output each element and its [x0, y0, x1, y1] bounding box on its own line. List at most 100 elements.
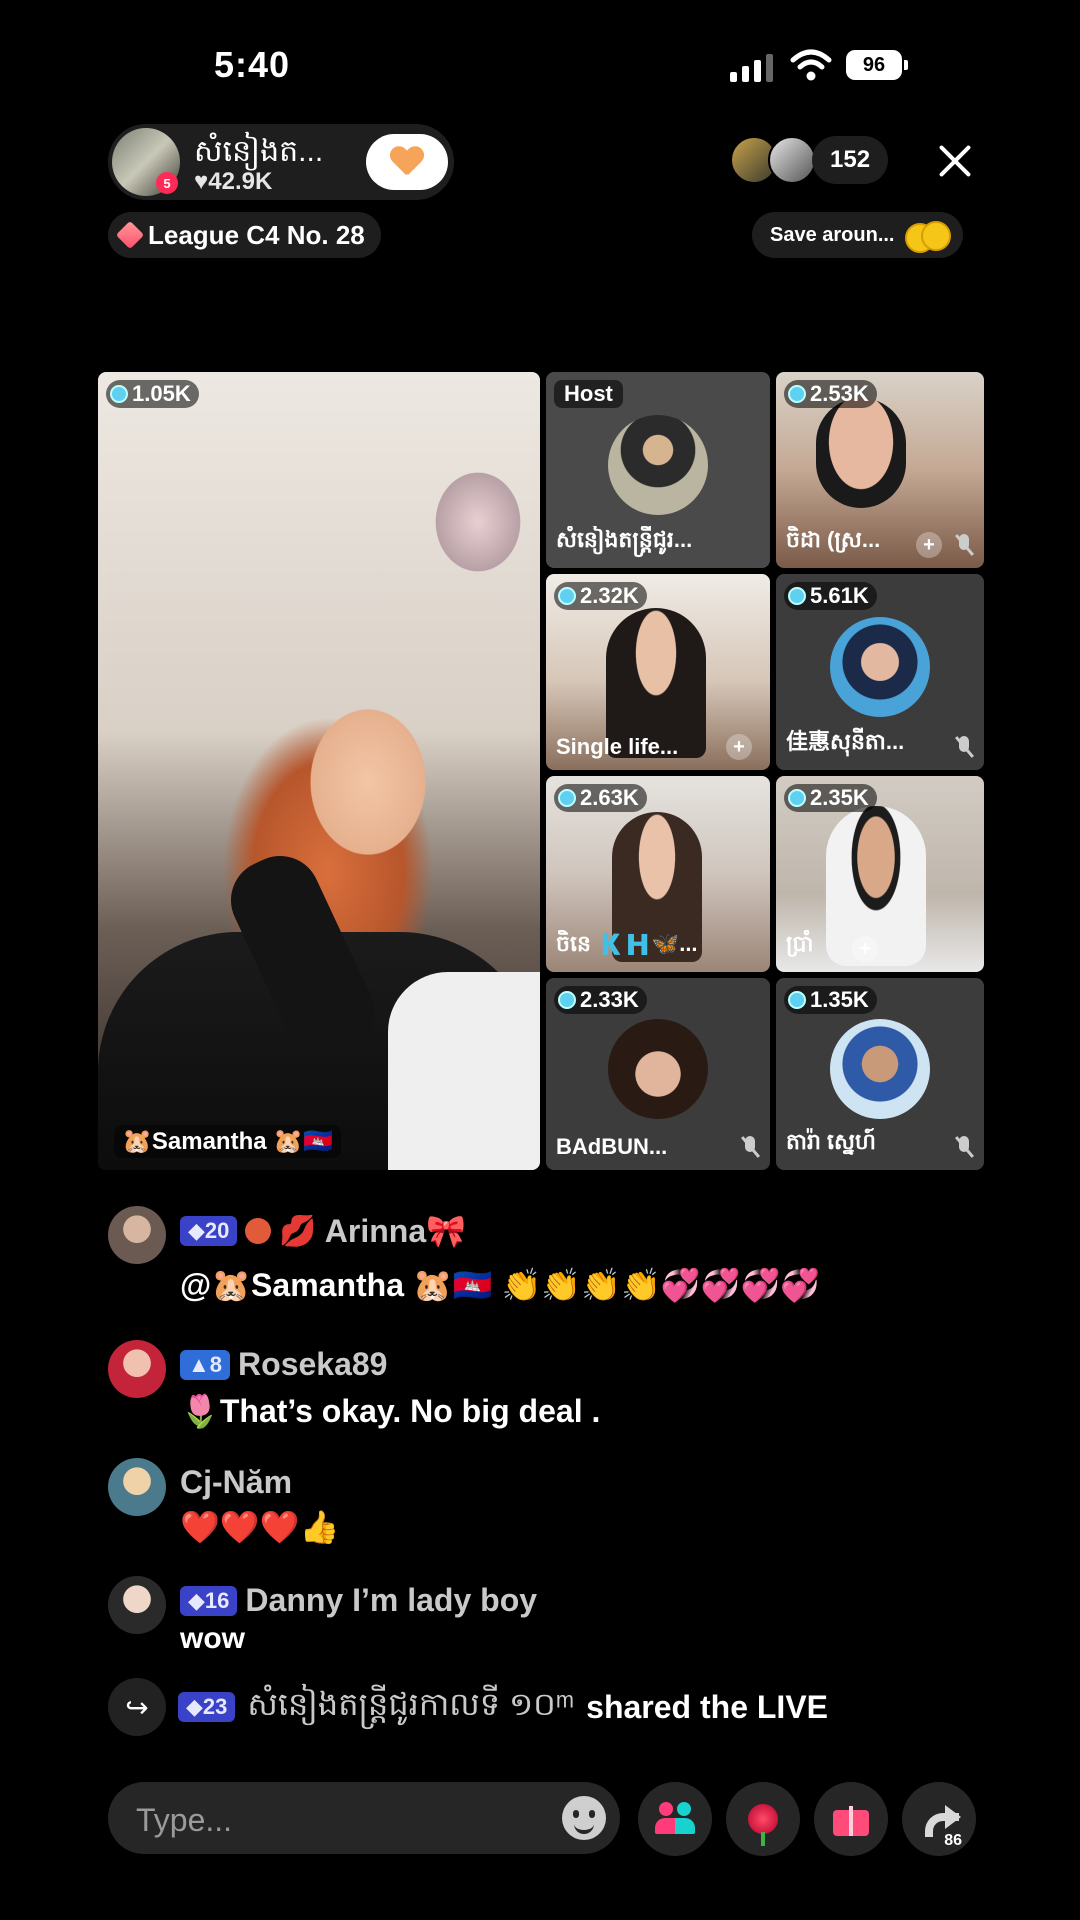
- chat-text: 🌷That’s okay. No big deal .: [180, 1393, 601, 1429]
- gift-count: 2.35K: [810, 785, 869, 810]
- gift-point-icon: [110, 385, 128, 403]
- chat-header: ▲8 Roseka89: [180, 1346, 387, 1383]
- gift-count-badge: 2.35K: [784, 784, 877, 812]
- share-arrow-icon: [919, 1803, 961, 1837]
- guest-video-tile[interactable]: 2.35K ប្រាំ +: [776, 776, 984, 972]
- viewer-count[interactable]: 152: [812, 136, 889, 184]
- guest-video-tile[interactable]: 5.61K 佳惠សុនីតា...: [776, 574, 984, 770]
- guest-video-tile[interactable]: 2.63K ចិនេ 🇰🇭🦋...: [546, 776, 770, 972]
- chat-header: Cj-Năm: [180, 1464, 292, 1501]
- chat-avatar[interactable]: [108, 1340, 166, 1398]
- follow-button[interactable]: [366, 134, 448, 190]
- plus-icon[interactable]: +: [852, 936, 878, 962]
- guest-video-tile[interactable]: 2.53K ចិដា (ស្រ... +: [776, 372, 984, 568]
- level-badge: ◆20: [180, 1216, 238, 1246]
- viewer-list[interactable]: 152: [730, 136, 889, 184]
- host-video-tile[interactable]: Host សំនៀងតន្ត្រីជូរ...: [546, 372, 770, 568]
- gift-count: 5.61K: [810, 583, 869, 608]
- signal-icon: [730, 54, 773, 82]
- league-badge[interactable]: League C4 No. 28: [108, 212, 381, 258]
- chat-avatar[interactable]: [108, 1458, 166, 1516]
- gift-button[interactable]: [814, 1782, 888, 1856]
- gift-count: 1.35K: [810, 987, 869, 1012]
- guest-avatar: [608, 1019, 708, 1119]
- chat-username[interactable]: Cj-Năm: [180, 1464, 292, 1501]
- chat-username[interactable]: Roseka89: [238, 1346, 387, 1383]
- gift-count: 2.32K: [580, 583, 639, 608]
- tile-name: Single life...: [556, 734, 679, 759]
- gift-count-badge: 1.05K: [106, 380, 199, 408]
- status-time: 5:40: [214, 44, 291, 85]
- viewer-avatar[interactable]: [768, 136, 816, 184]
- mic-muted-icon: [740, 1136, 760, 1158]
- emoji-icon[interactable]: [562, 1796, 606, 1840]
- wifi-icon: [790, 49, 832, 81]
- share-button[interactable]: 86: [902, 1782, 976, 1856]
- level-number: 16: [204, 1587, 230, 1613]
- level-badge: ◆23: [178, 1692, 236, 1722]
- tile-name: BAdBUN...: [556, 1134, 668, 1159]
- rose-gift-button[interactable]: [726, 1782, 800, 1856]
- gift-count: 2.63K: [580, 785, 639, 810]
- share-text: shared the LIVE: [586, 1688, 828, 1725]
- people-icon: [655, 1802, 695, 1836]
- host-tile-avatar: [608, 415, 708, 515]
- league-label: League C4 No. 28: [148, 219, 365, 250]
- tile-name: ចិនេ 🇰🇭🦋...: [556, 931, 698, 956]
- gift-point-icon: [558, 587, 576, 605]
- guest-video-tile[interactable]: 2.32K Single life... +: [546, 574, 770, 770]
- close-icon[interactable]: [938, 144, 972, 178]
- plus-icon[interactable]: +: [916, 532, 942, 558]
- main-video-tile[interactable]: 1.05K 🐹Samantha 🐹🇰🇭: [98, 372, 540, 1170]
- mic-muted-icon: [954, 1136, 974, 1158]
- chat-text: ❤️❤️❤️👍: [180, 1509, 340, 1545]
- tile-name: ចិដា (ស្រ...: [786, 527, 881, 552]
- share-icon: ↪: [108, 1678, 166, 1736]
- chat-header: ◆20 💋 Arinna🎀: [180, 1212, 466, 1250]
- multi-guest-button[interactable]: [638, 1782, 712, 1856]
- host-profile-pill[interactable]: 5 សំនៀងត... ♥42.9K: [108, 124, 454, 200]
- comment-placeholder: Type...: [136, 1802, 233, 1838]
- guest-name: 🐹Samantha 🐹🇰🇭: [114, 1125, 342, 1158]
- level-number: 8: [209, 1351, 223, 1377]
- coins-icon: [904, 221, 951, 253]
- share-count: 86: [944, 1832, 962, 1849]
- gift-point-icon: [788, 991, 806, 1009]
- comment-input[interactable]: Type...: [108, 1782, 620, 1854]
- chat-avatar[interactable]: [108, 1576, 166, 1634]
- save-label: Save aroun...: [770, 223, 895, 246]
- chat-text: wow: [180, 1622, 245, 1655]
- video-subject: [816, 398, 906, 508]
- video-subject-detail: [388, 972, 540, 1170]
- gift-point-icon: [788, 789, 806, 807]
- guest-avatar: [830, 617, 930, 717]
- guest-video-tile[interactable]: 2.33K BAdBUN...: [546, 978, 770, 1170]
- tile-name: 佳惠សុនីតា...: [786, 729, 905, 754]
- chat-username[interactable]: Arinna🎀: [325, 1212, 466, 1250]
- gift-count-badge: 2.32K: [554, 582, 647, 610]
- tile-name: តារ៉ា ស្នេហ៍: [786, 1129, 876, 1154]
- heart-icon: [390, 145, 424, 179]
- gift-count: 2.33K: [580, 987, 639, 1012]
- chat-avatar[interactable]: [108, 1206, 166, 1264]
- level-number: 20: [204, 1218, 230, 1243]
- guest-avatar: [830, 1019, 930, 1119]
- tile-name: សំនៀងតន្ត្រីជូរ...: [556, 527, 693, 552]
- battery-indicator: 96: [846, 50, 908, 80]
- gift-count-badge: 2.53K: [784, 380, 877, 408]
- level-badge: ◆16: [180, 1585, 238, 1616]
- gift-count-badge: 2.63K: [554, 784, 647, 812]
- chat-header: ◆16 Danny I’m lady boy: [180, 1582, 537, 1619]
- diamond-icon: [115, 220, 145, 250]
- mic-muted-icon: [954, 534, 974, 556]
- chat-username[interactable]: Danny I’m lady boy: [245, 1582, 537, 1619]
- host-tag: Host: [554, 380, 623, 408]
- gift-count-badge: 2.33K: [554, 986, 647, 1014]
- save-around-button[interactable]: Save aroun...: [752, 212, 963, 258]
- level-number: 23: [202, 1694, 228, 1719]
- live-rank-badge: 5: [156, 172, 178, 194]
- plus-icon[interactable]: +: [726, 734, 752, 760]
- guest-video-tile[interactable]: 1.35K តារ៉ា ស្នេហ៍: [776, 978, 984, 1170]
- chat-text: @🐹Samantha 🐹🇰🇭 👏👏👏👏💞💞💞💞: [180, 1267, 821, 1303]
- share-username[interactable]: សំនៀងតន្ត្រីជូរកាលទី ១០ᵐ: [247, 1684, 574, 1731]
